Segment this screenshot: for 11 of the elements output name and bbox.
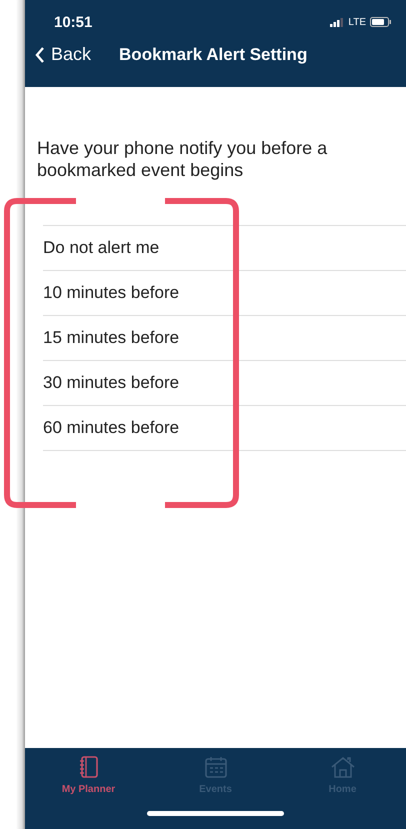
intro-text: Have your phone notify you before a bookmarked event begins	[37, 137, 328, 181]
back-button[interactable]: Back	[35, 44, 92, 65]
calendar-icon	[204, 756, 226, 778]
chevron-left-icon	[35, 46, 45, 64]
network-label: LTE	[348, 16, 366, 28]
status-time: 10:51	[54, 14, 92, 30]
notebook-icon	[80, 756, 98, 778]
screen-title: Bookmark Alert Setting	[119, 44, 308, 64]
signal-icon	[330, 18, 344, 26]
battery-icon	[370, 17, 392, 27]
home-icon	[330, 756, 354, 778]
